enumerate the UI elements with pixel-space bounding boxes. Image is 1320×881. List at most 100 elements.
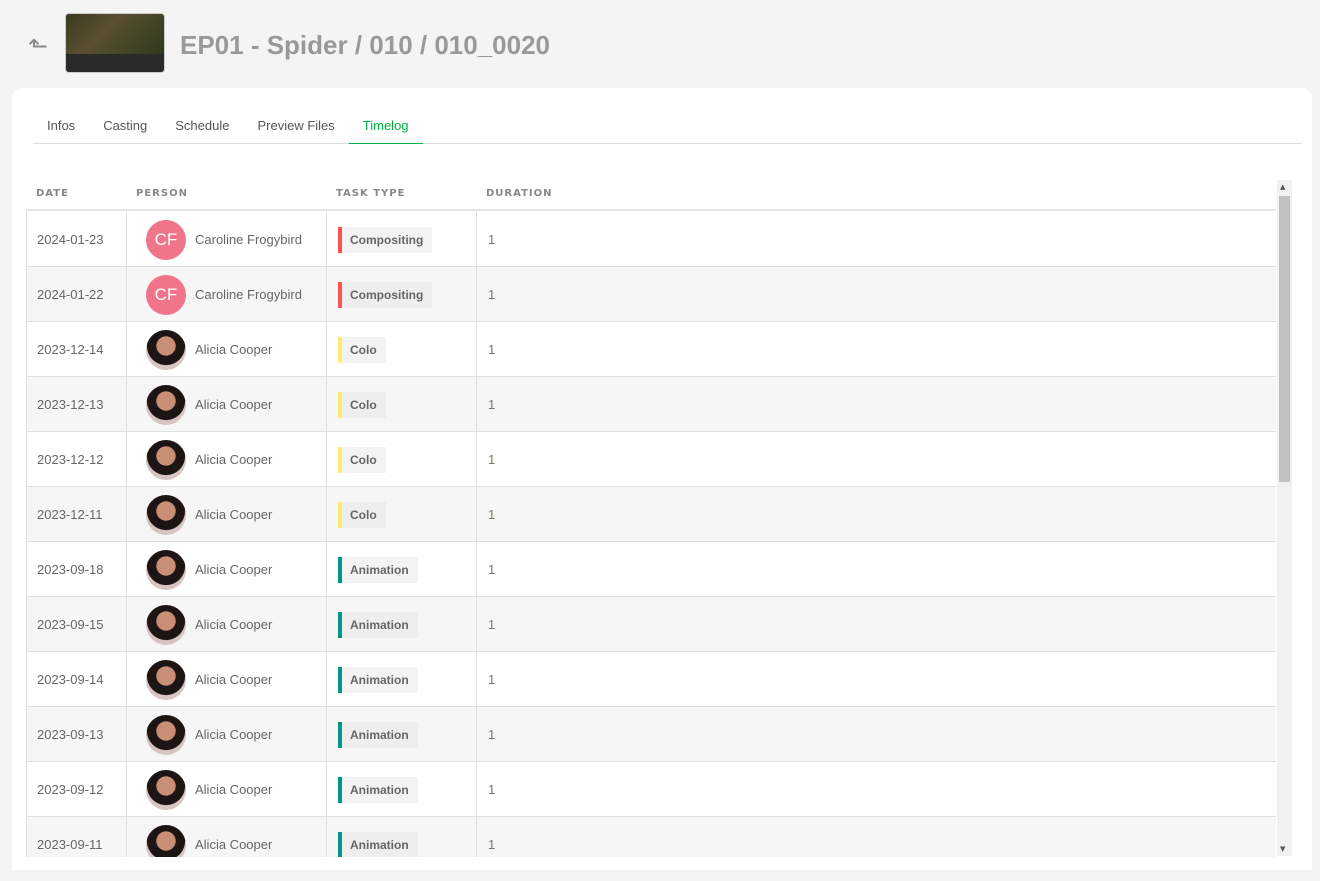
task-type-tag[interactable]: Colo — [338, 501, 386, 528]
task-color-bar — [338, 666, 342, 693]
person-cell: Alicia Cooper — [127, 322, 327, 377]
task-color-bar — [338, 336, 342, 363]
task-type-cell: Animation — [327, 597, 477, 652]
task-type-cell: Colo — [327, 322, 477, 377]
scroll-down-icon[interactable]: ▼ — [1280, 845, 1285, 853]
scrollbar[interactable]: ▲ ▼ — [1277, 180, 1292, 856]
task-type-tag[interactable]: Animation — [338, 721, 418, 748]
task-type-cell: Colo — [327, 487, 477, 542]
task-type-label: Animation — [350, 672, 409, 687]
person-cell: Alicia Cooper — [127, 542, 327, 597]
task-color-bar — [338, 831, 342, 857]
task-type-label: Colo — [350, 342, 377, 357]
avatar — [146, 494, 186, 535]
date-cell: 2023-12-12 — [27, 432, 127, 487]
task-type-tag[interactable]: Animation — [338, 611, 418, 638]
task-type-tag[interactable]: Animation — [338, 666, 418, 693]
task-type-label: Animation — [350, 617, 409, 632]
person-name: Alicia Cooper — [195, 837, 273, 852]
main-panel: Infos Casting Schedule Preview Files Timelog… — [12, 88, 1312, 870]
column-header-person[interactable]: PERSON — [136, 188, 188, 199]
task-color-bar — [338, 501, 342, 528]
task-type-label: Colo — [350, 397, 377, 412]
date-cell: 2023-12-11 — [27, 487, 127, 542]
scrollbar-thumb[interactable] — [1279, 196, 1290, 482]
task-type-tag[interactable]: Compositing — [338, 281, 433, 308]
table-row: 2023-12-13 Alicia Cooper Colo 1 — [27, 377, 1276, 432]
date-cell: 2023-09-13 — [27, 707, 127, 762]
duration-cell[interactable]: 1 — [477, 597, 495, 652]
duration-cell[interactable]: 1 — [477, 212, 495, 267]
person-name: Alicia Cooper — [195, 342, 273, 357]
date-cell: 2024-01-23 — [27, 212, 127, 267]
column-header-task-type[interactable]: TASK TYPE — [336, 188, 405, 199]
table-row: 2023-09-13 Alicia Cooper Animation 1 — [27, 707, 1276, 762]
column-header-duration[interactable]: DURATION — [486, 188, 553, 199]
avatar — [146, 384, 186, 425]
tab-timelog[interactable]: Timelog — [348, 108, 423, 144]
duration-cell[interactable]: 1 — [477, 652, 495, 707]
person-name: Caroline Frogybird — [195, 287, 302, 302]
task-color-bar — [338, 721, 342, 748]
tab-preview-files[interactable]: Preview Files — [243, 108, 348, 144]
duration-cell[interactable]: 1 — [477, 432, 495, 487]
task-color-bar — [338, 446, 342, 473]
avatar — [146, 769, 186, 810]
duration-cell[interactable]: 1 — [477, 762, 495, 817]
task-type-tag[interactable]: Animation — [338, 556, 418, 583]
duration-cell[interactable]: 1 — [477, 322, 495, 377]
task-type-tag[interactable]: Colo — [338, 336, 386, 363]
duration-cell[interactable]: 1 — [477, 707, 495, 762]
person-name: Alicia Cooper — [195, 452, 273, 467]
duration-cell[interactable]: 1 — [477, 542, 495, 597]
duration-cell[interactable]: 1 — [477, 817, 495, 857]
task-color-bar — [338, 611, 342, 638]
person-cell: CF Caroline Frogybird — [127, 267, 327, 322]
date-cell: 2023-09-18 — [27, 542, 127, 597]
person-cell: Alicia Cooper — [127, 432, 327, 487]
task-type-label: Colo — [350, 452, 377, 467]
tab-schedule[interactable]: Schedule — [161, 108, 243, 144]
date-cell: 2024-01-22 — [27, 267, 127, 322]
avatar — [146, 714, 186, 755]
tab-casting[interactable]: Casting — [89, 108, 161, 144]
task-type-label: Animation — [350, 837, 409, 852]
column-header-date[interactable]: DATE — [36, 188, 69, 199]
back-arrow-icon[interactable]: ⬑ — [28, 32, 52, 60]
task-type-cell: Colo — [327, 432, 477, 487]
table-row: 2024-01-23 CF Caroline Frogybird Composit… — [27, 212, 1276, 267]
task-type-tag[interactable]: Compositing — [338, 226, 433, 253]
person-cell: CF Caroline Frogybird — [127, 212, 327, 267]
tab-infos[interactable]: Infos — [33, 108, 89, 144]
task-type-tag[interactable]: Animation — [338, 831, 418, 857]
task-color-bar — [338, 391, 342, 418]
date-cell: 2023-09-15 — [27, 597, 127, 652]
person-name: Alicia Cooper — [195, 617, 273, 632]
avatar — [146, 604, 186, 645]
tab-bar: Infos Casting Schedule Preview Files Timelog — [33, 108, 1301, 144]
avatar — [146, 549, 186, 590]
person-cell: Alicia Cooper — [127, 762, 327, 817]
shot-thumbnail[interactable] — [65, 13, 165, 73]
task-type-cell: Animation — [327, 652, 477, 707]
date-cell: 2023-09-12 — [27, 762, 127, 817]
task-type-tag[interactable]: Colo — [338, 391, 386, 418]
scroll-up-icon[interactable]: ▲ — [1280, 183, 1285, 191]
task-type-tag[interactable]: Colo — [338, 446, 386, 473]
task-type-cell: Compositing — [327, 267, 477, 322]
duration-cell[interactable]: 1 — [477, 487, 495, 542]
table-row: 2023-09-18 Alicia Cooper Animation 1 — [27, 542, 1276, 597]
task-type-label: Animation — [350, 727, 409, 742]
person-cell: Alicia Cooper — [127, 707, 327, 762]
avatar — [146, 824, 186, 857]
person-name: Alicia Cooper — [195, 782, 273, 797]
task-type-tag[interactable]: Animation — [338, 776, 418, 803]
task-type-cell: Animation — [327, 817, 477, 857]
table-header: DATE PERSON TASK TYPE DURATION — [26, 184, 1276, 211]
person-cell: Alicia Cooper — [127, 817, 327, 857]
task-color-bar — [338, 556, 342, 583]
page-title: EP01 - Spider / 010 / 010_0020 — [180, 30, 551, 60]
duration-cell[interactable]: 1 — [477, 267, 495, 322]
task-color-bar — [338, 226, 342, 253]
duration-cell[interactable]: 1 — [477, 377, 495, 432]
